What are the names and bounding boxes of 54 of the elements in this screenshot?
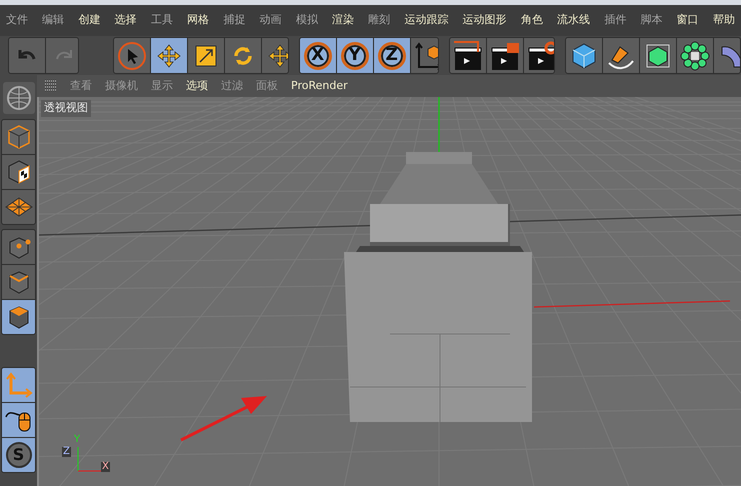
tool-button[interactable] (640, 38, 676, 73)
tool-button[interactable] (150, 38, 187, 73)
tool-button[interactable] (262, 38, 288, 73)
tool-button[interactable] (524, 38, 554, 73)
grid-plane-icon (4, 196, 34, 218)
menu-item[interactable]: 角色 (520, 12, 543, 29)
menu-item[interactable]: 动画 (260, 12, 282, 29)
menu-item[interactable]: 窗口 (676, 12, 699, 29)
menu-item[interactable]: 网格 (187, 12, 210, 29)
menu-item[interactable]: 编辑 (42, 12, 64, 29)
menu-item[interactable]: 运动跟踪 (404, 12, 448, 29)
menu-item[interactable]: 捕捉 (223, 12, 246, 29)
cloner-icon (680, 40, 710, 70)
tool-button[interactable] (2, 403, 35, 437)
tool-button[interactable] (2, 300, 35, 334)
menu-item[interactable]: 雕刻 (368, 12, 390, 29)
viewport-menu-item[interactable]: ProRender (291, 78, 348, 94)
menu-item[interactable]: 帮助 (712, 12, 735, 29)
menu-item[interactable]: 渲染 (332, 12, 354, 29)
menu-item[interactable]: 文件 (6, 12, 28, 29)
tool-button[interactable] (2, 155, 35, 189)
axis-arrows-icon (4, 371, 32, 399)
tool-button[interactable] (487, 38, 524, 73)
cube-icon (570, 42, 598, 70)
menu-item[interactable]: 创建 (78, 12, 100, 29)
menu-item[interactable]: 模拟 (296, 12, 318, 29)
viewport-title: 透视视图 (41, 100, 91, 116)
grip-icon (45, 80, 57, 92)
cursor-icon (116, 40, 147, 70)
move-arrows-icon (156, 42, 182, 68)
menu-item[interactable]: 选择 (114, 12, 137, 29)
gizmo-y-label: Y (74, 435, 80, 445)
tool-button[interactable] (450, 38, 486, 73)
checker-cube-icon (6, 159, 32, 185)
clapperboard-icon (526, 40, 554, 72)
gizmo-x-label: X (101, 462, 110, 472)
viewport-menu-item[interactable]: 选项 (186, 78, 208, 94)
tool-button[interactable] (188, 38, 224, 73)
menu-item[interactable]: 运动图形 (462, 12, 507, 29)
tool-button[interactable] (410, 38, 438, 73)
clapperboard-icon (452, 40, 484, 72)
tool-button[interactable] (2, 265, 35, 299)
tool-button[interactable] (677, 38, 714, 73)
scale-icon (194, 44, 218, 68)
tool-button[interactable] (566, 38, 602, 73)
cube-outline-icon (6, 124, 32, 150)
tool-button[interactable] (2, 230, 35, 264)
menu-item[interactable]: 脚本 (640, 12, 662, 29)
globe-icon (2, 81, 36, 115)
menu-item[interactable]: 插件 (604, 12, 626, 29)
menu-item[interactable]: 工具 (150, 12, 173, 29)
gizmo-z-label: Z (62, 447, 71, 457)
menu-item[interactable]: 流水线 (557, 12, 590, 29)
tool-button[interactable] (603, 38, 640, 73)
